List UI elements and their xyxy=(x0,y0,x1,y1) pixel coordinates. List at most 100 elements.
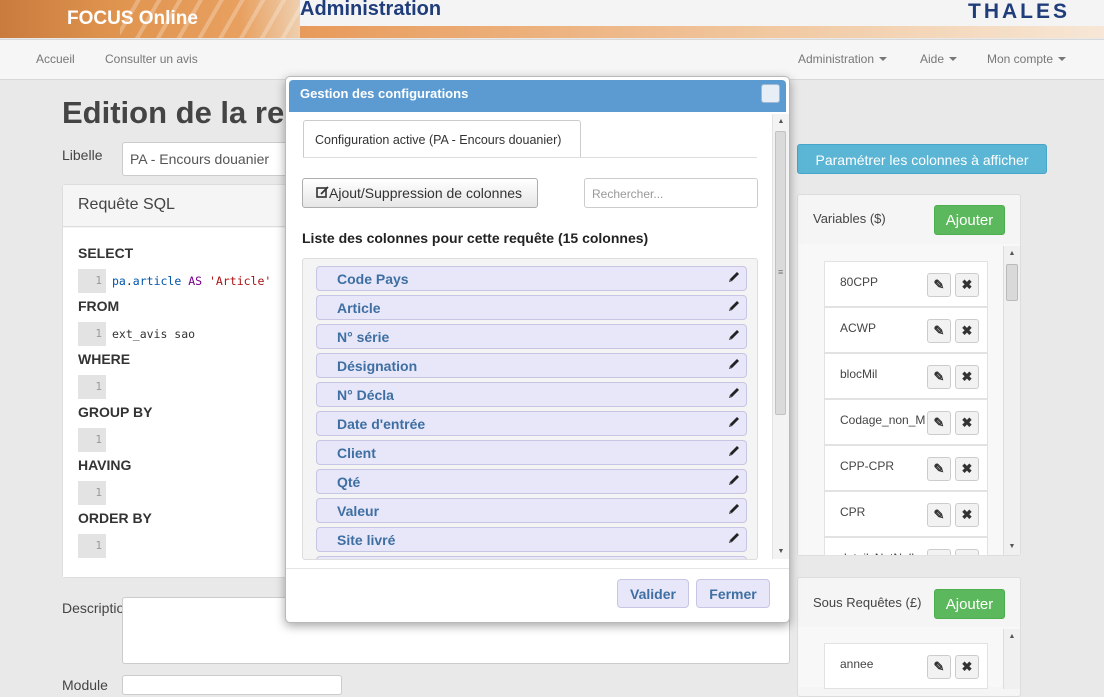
edit-icon[interactable]: ✎ xyxy=(927,549,951,555)
scroll-down-icon[interactable]: ▼ xyxy=(1006,543,1018,550)
column-label: Site livré xyxy=(337,532,396,548)
delete-icon[interactable]: ✖ xyxy=(955,503,979,527)
modal-scrollbar[interactable]: ▲ ≡ ▼ xyxy=(772,114,789,559)
variable-item: Codage_non_M ✎ ✖ xyxy=(824,399,988,445)
column-label: Client xyxy=(337,445,376,461)
pencil-icon[interactable] xyxy=(727,328,741,342)
delete-icon[interactable]: ✖ xyxy=(955,457,979,481)
delete-icon[interactable]: ✖ xyxy=(955,365,979,389)
caret-down-icon xyxy=(949,57,958,61)
tab-divider xyxy=(303,157,757,158)
sql-groupby-label: GROUP BY xyxy=(78,404,153,420)
variables-scroll-thumb[interactable] xyxy=(1006,264,1018,301)
column-item[interactable]: Client xyxy=(316,440,747,465)
add-subquery-button[interactable]: Ajouter xyxy=(934,589,1005,619)
variable-item: CPR ✎ ✖ xyxy=(824,491,988,537)
column-item[interactable]: Article xyxy=(316,295,747,320)
sql-having-label: HAVING xyxy=(78,457,132,473)
nav-aide-dropdown[interactable]: Aide xyxy=(920,52,958,66)
modal-close-button[interactable] xyxy=(761,84,780,103)
tab-active-configuration[interactable]: Configuration active (PA - Encours douan… xyxy=(303,120,581,157)
column-label: Date d'entrée xyxy=(337,416,426,432)
sql-from-label: FROM xyxy=(78,298,120,314)
thales-logo: THALES xyxy=(968,0,1070,23)
delete-icon[interactable]: ✖ xyxy=(955,411,979,435)
external-edit-icon xyxy=(316,186,329,198)
edit-icon[interactable]: ✎ xyxy=(927,457,951,481)
line-number: 1 xyxy=(78,481,106,505)
pencil-icon[interactable] xyxy=(727,473,741,487)
add-remove-columns-button[interactable]: Ajout/Suppression de colonnes xyxy=(302,178,538,208)
edit-icon[interactable]: ✎ xyxy=(927,273,951,297)
pencil-icon[interactable] xyxy=(727,502,741,516)
pencil-icon[interactable] xyxy=(727,386,741,400)
nav-mon-compte-dropdown[interactable]: Mon compte xyxy=(987,52,1067,66)
sql-select-label: SELECT xyxy=(78,245,134,261)
scroll-up-icon[interactable]: ▲ xyxy=(1006,250,1018,257)
code-as-keyword: AS xyxy=(188,274,203,288)
column-item[interactable]: Date d'entrée xyxy=(316,411,747,436)
libelle-input[interactable]: PA - Encours douanier xyxy=(122,142,292,176)
pencil-icon[interactable] xyxy=(727,357,741,371)
nav-consulter-avis[interactable]: Consulter un avis xyxy=(105,52,198,66)
column-item[interactable]: Valeur xyxy=(316,498,747,523)
edit-icon[interactable]: ✎ xyxy=(927,655,951,679)
scroll-down-icon[interactable]: ▼ xyxy=(776,548,786,555)
nav-administration-dropdown[interactable]: Administration xyxy=(798,52,888,66)
validate-button[interactable]: Valider xyxy=(617,579,689,608)
pencil-icon[interactable] xyxy=(727,531,741,545)
column-item-partial[interactable] xyxy=(316,556,747,559)
nav-accueil[interactable]: Accueil xyxy=(36,52,75,66)
module-label: Module xyxy=(62,677,108,693)
column-label: Qté xyxy=(337,474,361,490)
module-select[interactable] xyxy=(122,675,342,695)
delete-icon[interactable]: ✖ xyxy=(955,655,979,679)
variables-title: Variables ($) xyxy=(813,211,886,226)
modal-title: Gestion des configurations xyxy=(300,86,469,101)
subquery-item: annee ✎ ✖ xyxy=(824,643,988,689)
columns-list: Code Pays Article N° série Désignation N° Dé… xyxy=(302,258,758,560)
variable-name: Codage_non_M xyxy=(840,413,926,427)
from-code-editor[interactable]: ext_avis sao xyxy=(112,327,195,341)
pencil-icon[interactable] xyxy=(727,444,741,458)
header-band xyxy=(300,26,1104,38)
column-item[interactable]: Désignation xyxy=(316,353,747,378)
configurations-modal: Gestion des configurations Configuration… xyxy=(285,76,790,623)
pencil-icon[interactable] xyxy=(727,415,741,429)
delete-icon[interactable]: ✖ xyxy=(955,273,979,297)
pencil-icon[interactable] xyxy=(727,299,741,313)
variable-name: 80CPP xyxy=(840,275,879,289)
edit-icon[interactable]: ✎ xyxy=(927,503,951,527)
params-columns-button[interactable]: Paramétrer les colonnes à afficher xyxy=(797,144,1047,174)
scroll-up-icon[interactable]: ▲ xyxy=(776,118,786,125)
code-alias: 'Article' xyxy=(209,274,272,288)
columns-list-title: Liste des colonnes pour cette requête (1… xyxy=(302,230,649,246)
line-number: 1 xyxy=(78,269,106,293)
edit-icon[interactable]: ✎ xyxy=(927,411,951,435)
edit-icon[interactable]: ✎ xyxy=(927,365,951,389)
column-item[interactable]: N° Décla xyxy=(316,382,747,407)
line-number: 1 xyxy=(78,375,106,399)
pencil-icon[interactable] xyxy=(727,270,741,284)
nav-mon-compte-label: Mon compte xyxy=(987,52,1054,66)
add-variable-button[interactable]: Ajouter xyxy=(934,205,1005,235)
column-label: Valeur xyxy=(337,503,380,519)
column-item[interactable]: Qté xyxy=(316,469,747,494)
search-input[interactable]: Rechercher... xyxy=(584,178,758,208)
column-label: Code Pays xyxy=(337,271,409,287)
variable-name: CPR xyxy=(840,505,866,519)
variable-item: CPP-CPR ✎ ✖ xyxy=(824,445,988,491)
select-code-editor[interactable]: pa.article AS 'Article' xyxy=(112,274,271,288)
column-label: N° Décla xyxy=(337,387,394,403)
edit-icon[interactable]: ✎ xyxy=(927,319,951,343)
sql-orderby-label: ORDER BY xyxy=(78,510,152,526)
close-button[interactable]: Fermer xyxy=(696,579,770,608)
column-item[interactable]: Site livré xyxy=(316,527,747,552)
delete-icon[interactable]: ✖ xyxy=(955,319,979,343)
delete-icon[interactable]: ✖ xyxy=(955,549,979,555)
caret-down-icon xyxy=(879,57,888,61)
scroll-up-icon[interactable]: ▲ xyxy=(1006,633,1018,640)
column-item[interactable]: Code Pays xyxy=(316,266,747,291)
column-label: N° série xyxy=(337,329,390,345)
column-item[interactable]: N° série xyxy=(316,324,747,349)
